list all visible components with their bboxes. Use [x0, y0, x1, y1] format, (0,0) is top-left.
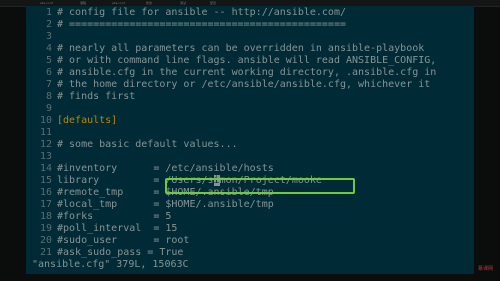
line-text: # or with command line flags. ansible wi… — [57, 55, 437, 66]
tab[interactable]: 配置 — [210, 1, 230, 5]
vim-editor[interactable]: 1 # config file for ansible -- http://ans… — [26, 6, 474, 274]
line-text: # config file for ansible -- http://ansi… — [57, 7, 346, 18]
code-line[interactable]: 2 # =====================================… — [26, 18, 346, 32]
line-text: # nearly all parameters can be overridde… — [57, 43, 425, 54]
code-line[interactable]: 12 # some basic default values... — [26, 138, 238, 152]
tab[interactable]: 测试 — [180, 1, 200, 5]
line-text: #inventory = /etc/ansible/hosts — [57, 163, 274, 174]
line-text: #poll_interval = 15 — [57, 223, 178, 234]
line-text: # ======================================… — [57, 19, 346, 30]
tab[interactable]: site.conf — [112, 1, 132, 5]
line-text: #sudo_user = root — [57, 235, 190, 246]
line-text: #forks = 5 — [57, 211, 172, 222]
line-text: # the home directory or /etc/ansible/ans… — [57, 79, 431, 90]
line-text: # some basic default values... — [57, 139, 238, 150]
tab[interactable]: 课程 — [80, 1, 104, 5]
watermark-logo: 慕课网 — [478, 266, 494, 272]
highlight-box — [165, 178, 355, 194]
line-text: # finds first — [57, 91, 136, 102]
tab[interactable]: 修改 — [146, 1, 170, 5]
line-text: # ansible.cfg in the current working dir… — [57, 67, 437, 78]
line-text: #ask_sudo_pass = True — [57, 247, 184, 258]
status-line: "ansible.cfg" 379L, 15063C — [32, 259, 189, 270]
line-text: #local_tmp = $HOME/.ansible/tmp — [57, 199, 274, 210]
line-text: [defaults] — [57, 115, 118, 126]
tab[interactable]: site.conf — [40, 1, 70, 5]
